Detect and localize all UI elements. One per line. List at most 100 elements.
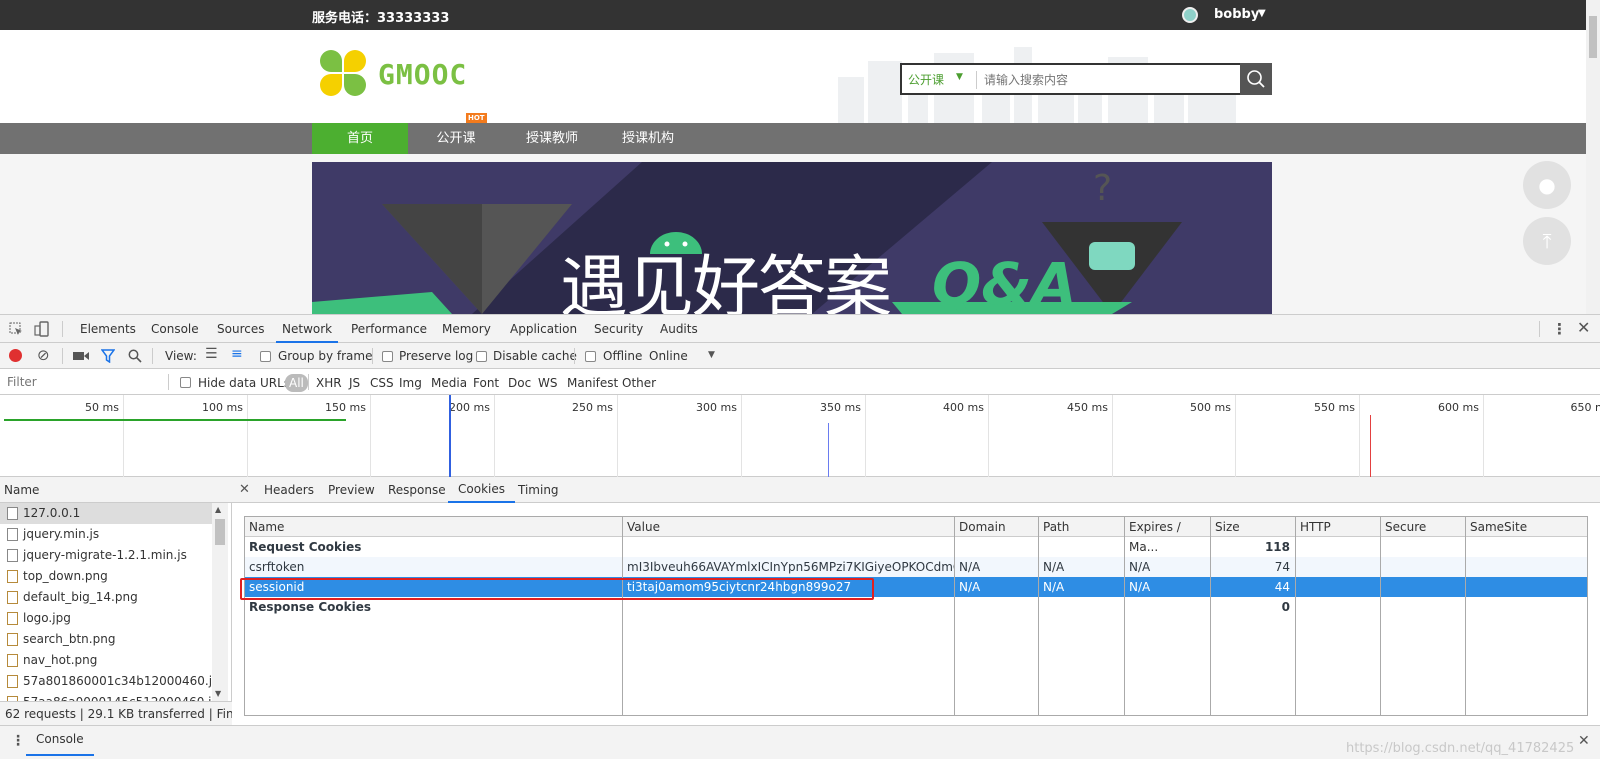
clear-icon[interactable]: ⊘ xyxy=(37,346,50,364)
group-by-frame-checkbox[interactable] xyxy=(260,351,271,362)
cookie-group-row[interactable]: Request Cookies 118 xyxy=(245,537,1587,557)
column-divider[interactable] xyxy=(1210,517,1211,715)
filter-media[interactable]: Media xyxy=(431,376,467,390)
search-button[interactable] xyxy=(1240,63,1272,95)
tab-response[interactable]: Response xyxy=(388,477,446,503)
hide-data-urls-checkbox[interactable] xyxy=(180,377,191,388)
close-devtools-icon[interactable]: ✕ xyxy=(1577,318,1590,337)
qq-button[interactable]: ● xyxy=(1523,161,1571,209)
cookie-column-header[interactable]: Size xyxy=(1211,517,1296,537)
filter-xhr[interactable]: XHR xyxy=(316,376,342,390)
filter-all[interactable]: All xyxy=(285,374,308,392)
tab-timing[interactable]: Timing xyxy=(518,477,559,503)
screenshot-capture-icon[interactable] xyxy=(73,350,89,362)
column-divider[interactable] xyxy=(1295,517,1296,715)
tab-preview[interactable]: Preview xyxy=(328,477,375,503)
logo-text[interactable]: GMOOC xyxy=(378,58,467,91)
scroll-down-icon[interactable]: ▼ xyxy=(215,689,221,698)
request-list-scrollbar[interactable]: ▲ ▼ xyxy=(212,503,228,701)
filter-ws[interactable]: WS xyxy=(538,376,557,390)
category-caret-icon[interactable]: ▼ xyxy=(956,72,963,82)
back-to-top-button[interactable]: ⤒ xyxy=(1523,217,1571,265)
page-scrollbar[interactable] xyxy=(1586,0,1600,314)
drawer-menu-icon[interactable]: ⋮ xyxy=(11,733,25,749)
cookie-group-row[interactable]: Response Cookies 0 xyxy=(245,597,1587,617)
tab-console[interactable]: Console xyxy=(151,315,199,343)
filter-js[interactable]: JS xyxy=(349,376,360,390)
page-scroll-thumb[interactable] xyxy=(1589,16,1597,58)
filter-icon[interactable] xyxy=(101,349,115,363)
user-name[interactable]: bobby xyxy=(1214,7,1259,22)
throttling-select[interactable]: Online xyxy=(649,349,688,363)
record-icon[interactable] xyxy=(9,349,22,362)
nav-teachers[interactable]: 授课教师 xyxy=(504,123,600,154)
more-options-icon[interactable]: ⋮ xyxy=(1552,320,1567,338)
cookie-column-header[interactable]: Value xyxy=(623,517,955,537)
filter-doc[interactable]: Doc xyxy=(508,376,531,390)
request-row[interactable]: default_big_14.png xyxy=(0,587,212,608)
cookie-column-header[interactable]: Domain xyxy=(955,517,1039,537)
cookie-column-header[interactable]: Expires / Ma... xyxy=(1125,517,1211,554)
column-divider[interactable] xyxy=(954,517,955,715)
column-name-header[interactable]: Name xyxy=(4,483,39,497)
device-toolbar-icon[interactable] xyxy=(34,321,50,337)
user-menu-caret-icon[interactable]: ▼ xyxy=(1258,8,1266,19)
tab-security[interactable]: Security xyxy=(594,315,643,343)
preserve-log-checkbox[interactable] xyxy=(382,351,393,362)
request-row[interactable]: nav_hot.png xyxy=(0,650,212,671)
filter-font[interactable]: Font xyxy=(473,376,499,390)
tab-application[interactable]: Application xyxy=(510,315,577,343)
column-divider[interactable] xyxy=(1124,517,1125,715)
filter-other[interactable]: Other xyxy=(622,376,656,390)
tab-memory[interactable]: Memory xyxy=(442,315,491,343)
request-row[interactable]: search_btn.png xyxy=(0,629,212,650)
tab-performance[interactable]: Performance xyxy=(351,315,427,343)
filter-img[interactable]: Img xyxy=(399,376,422,390)
search-network-icon[interactable] xyxy=(128,349,142,363)
column-divider[interactable] xyxy=(622,517,623,715)
cookie-column-header[interactable]: Path xyxy=(1039,517,1125,537)
request-row[interactable]: logo.jpg xyxy=(0,608,212,629)
request-list-header[interactable]: Name xyxy=(0,477,232,503)
tab-elements[interactable]: Elements xyxy=(80,315,136,343)
cookie-row[interactable]: csrftoken mI3Ibveuh66AVAYmlxICInYpn56MPzi… xyxy=(245,557,1587,577)
logo-clover-icon[interactable] xyxy=(320,50,368,98)
tab-sources[interactable]: Sources xyxy=(217,315,264,343)
search-input[interactable] xyxy=(984,69,1234,91)
request-row[interactable]: jquery.min.js xyxy=(0,524,212,545)
search-category[interactable]: 公开课 xyxy=(908,71,944,88)
request-row[interactable]: 127.0.0.1 xyxy=(0,503,212,524)
tab-cookies[interactable]: Cookies xyxy=(448,477,515,503)
cookie-column-header[interactable]: HTTP xyxy=(1296,517,1381,537)
request-row[interactable]: 57a801860001c34b12000460.jpg xyxy=(0,671,227,692)
offline-checkbox[interactable] xyxy=(585,351,596,362)
timeline-overview[interactable]: 50 ms 100 ms 150 ms 200 ms 250 ms 300 ms 350 m… xyxy=(0,395,1600,477)
column-divider[interactable] xyxy=(1380,517,1381,715)
request-row[interactable]: jquery-migrate-1.2.1.min.js xyxy=(0,545,212,566)
waterfall-overview-icon[interactable]: ≡ xyxy=(231,346,243,362)
filter-manifest[interactable]: Manifest xyxy=(567,376,618,390)
throttling-caret-icon[interactable]: ▼ xyxy=(708,350,715,360)
large-rows-icon[interactable]: ☰ xyxy=(205,346,218,362)
inspect-element-icon[interactable] xyxy=(9,322,23,336)
nav-organizations[interactable]: 授课机构 xyxy=(600,123,696,154)
request-row[interactable]: top_down.png xyxy=(0,566,212,587)
filter-css[interactable]: CSS xyxy=(370,376,394,390)
close-drawer-icon[interactable]: ✕ xyxy=(1578,733,1590,749)
close-detail-icon[interactable]: ✕ xyxy=(239,482,250,497)
filter-input[interactable] xyxy=(3,372,167,392)
tab-audits[interactable]: Audits xyxy=(660,315,698,343)
nav-courses[interactable]: 公开课 xyxy=(408,123,504,154)
disable-cache-checkbox[interactable] xyxy=(476,351,487,362)
user-avatar[interactable] xyxy=(1182,7,1198,23)
banner-carousel[interactable]: ? 遇见好答案 Q&A xyxy=(312,162,1272,314)
drawer-tab-console[interactable]: Console xyxy=(26,726,94,756)
nav-home[interactable]: 首页 xyxy=(312,123,408,154)
cookie-column-header[interactable]: SameSite xyxy=(1466,517,1587,537)
tab-network[interactable]: Network xyxy=(276,315,339,343)
scroll-up-icon[interactable]: ▲ xyxy=(215,505,221,514)
tab-headers[interactable]: Headers xyxy=(264,477,314,503)
cookie-column-header[interactable]: Secure xyxy=(1381,517,1466,537)
column-divider[interactable] xyxy=(1038,517,1039,715)
cookie-column-header[interactable]: Name xyxy=(245,517,623,537)
